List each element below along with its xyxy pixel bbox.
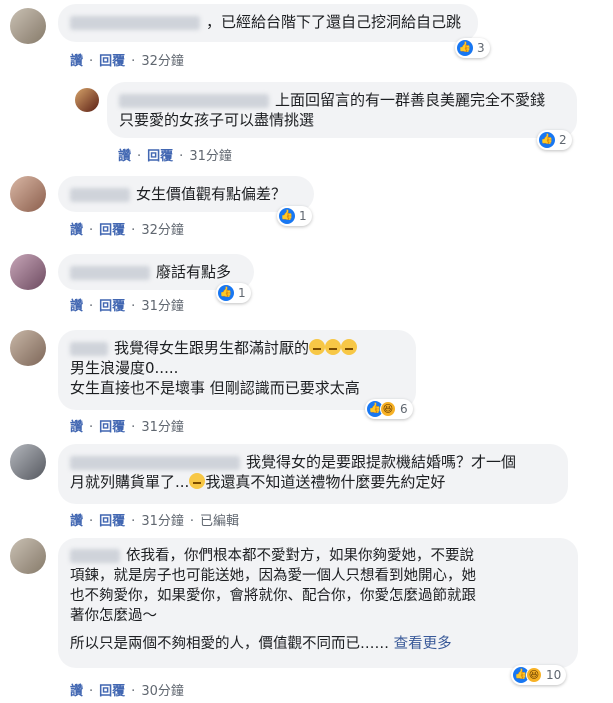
comment-bubble: ，已經給台階下了還自己挖洞給自己跳 bbox=[58, 4, 478, 42]
blurred-name bbox=[70, 15, 200, 30]
avatar[interactable] bbox=[10, 538, 46, 574]
comment-text: 廢話有點多 bbox=[156, 263, 232, 281]
avatar[interactable] bbox=[75, 88, 99, 112]
reaction-count[interactable]: 👍 3 bbox=[455, 38, 490, 58]
comment-actions: 讚 · 回覆 · 31分鐘 · 已編輯 bbox=[70, 514, 240, 529]
like-button[interactable]: 讚 bbox=[70, 514, 83, 529]
rolling-eyes-icon bbox=[189, 473, 206, 489]
like-icon: 👍 bbox=[279, 208, 295, 224]
comment-actions: 讚 · 回覆 · 30分鐘 bbox=[70, 684, 184, 699]
reply-button[interactable]: 回覆 bbox=[99, 223, 125, 238]
blurred-name bbox=[70, 265, 150, 280]
comment-bubble: 我覺得女的是要跟提款機結婚嗎？才一個 月就列購貨單了... 我還真不知道送禮物什麼… bbox=[58, 444, 568, 504]
reply-button[interactable]: 回覆 bbox=[99, 54, 125, 69]
comment-text: 所以只是兩個不夠相愛的人，價值觀不同而已…… bbox=[70, 636, 389, 652]
blurred-name bbox=[119, 93, 269, 108]
unamused-face-icon bbox=[325, 339, 342, 355]
like-button[interactable]: 讚 bbox=[118, 149, 131, 164]
blurred-name bbox=[70, 341, 108, 356]
comment-text: 月就列購貨單了... bbox=[70, 473, 190, 491]
reply-button[interactable]: 回覆 bbox=[99, 299, 125, 314]
timestamp[interactable]: 31分鐘 bbox=[141, 299, 184, 314]
comment-actions: 讚 · 回覆 · 32分鐘 bbox=[70, 223, 184, 238]
comment-actions: 讚 · 回覆 · 32分鐘 bbox=[70, 54, 184, 69]
comment-text: 我還真不知道送禮物什麼要先約定好 bbox=[205, 473, 446, 491]
avatar[interactable] bbox=[10, 8, 46, 44]
comment-text: 男生浪漫度0..... bbox=[70, 359, 179, 377]
blurred-name bbox=[70, 455, 240, 470]
avatar[interactable] bbox=[10, 176, 46, 212]
reply-button[interactable]: 回覆 bbox=[99, 684, 125, 699]
reaction-count[interactable]: 👍 1 bbox=[277, 206, 312, 226]
unamused-face-icon bbox=[341, 339, 358, 355]
comment-text: 依我看，你們根本都不愛對方，如果你夠愛她，不要說 bbox=[126, 548, 474, 564]
like-button[interactable]: 讚 bbox=[70, 684, 83, 699]
comment-text: 女生價值觀有點偏差？ bbox=[136, 185, 287, 203]
haha-icon: 😆 bbox=[380, 401, 396, 417]
blurred-name bbox=[70, 549, 120, 563]
reaction-count[interactable]: 👍 😆 10 bbox=[511, 665, 567, 685]
like-button[interactable]: 讚 bbox=[70, 223, 83, 238]
unamused-face-icon bbox=[309, 339, 326, 355]
comment-bubble: 女生價值觀有點偏差？ bbox=[58, 176, 314, 212]
reply-button[interactable]: 回覆 bbox=[99, 420, 125, 435]
comment-text: 女生直接也不是壞事 但剛認識而已要求太高 bbox=[70, 379, 360, 397]
timestamp[interactable]: 31分鐘 bbox=[141, 514, 184, 529]
comment-actions: 讚 · 回覆 · 31分鐘 bbox=[70, 420, 184, 435]
comment-bubble: 依我看，你們根本都不愛對方，如果你夠愛她，不要說 項鍊，就是房子也可能送她，因為… bbox=[58, 538, 578, 668]
reaction-count[interactable]: 👍 2 bbox=[537, 130, 572, 150]
avatar[interactable] bbox=[10, 330, 46, 366]
blurred-name bbox=[70, 187, 130, 202]
comment-actions: 讚 · 回覆 · 31分鐘 bbox=[70, 299, 184, 314]
timestamp[interactable]: 32分鐘 bbox=[141, 223, 184, 238]
comment-bubble: 上面回留言的有一群善良美麗完全不愛錢 只要愛的女孩子可以盡情挑選 bbox=[107, 82, 577, 138]
comment-text: 著你怎麼過～ bbox=[70, 608, 157, 624]
edited-label: 已編輯 bbox=[200, 514, 240, 529]
reply-button[interactable]: 回覆 bbox=[147, 149, 173, 164]
avatar[interactable] bbox=[10, 254, 46, 290]
reply-button[interactable]: 回覆 bbox=[99, 514, 125, 529]
comment-text: ，已經給台階下了還自己挖洞給自己跳 bbox=[206, 13, 462, 31]
like-button[interactable]: 讚 bbox=[70, 299, 83, 314]
reaction-count[interactable]: 👍 1 bbox=[216, 283, 251, 303]
like-button[interactable]: 讚 bbox=[70, 420, 83, 435]
timestamp[interactable]: 31分鐘 bbox=[189, 149, 232, 164]
like-icon: 👍 bbox=[539, 132, 555, 148]
comment-text: 我覺得女生跟男生都滿討厭的 bbox=[114, 339, 310, 357]
reaction-count[interactable]: 👍 😆 6 bbox=[365, 399, 413, 419]
comment-text: 項鍊，就是房子也可能送她，因為愛一個人只想看到她開心，她 bbox=[70, 568, 476, 584]
like-icon: 👍 bbox=[457, 40, 473, 56]
comment-text: 也不夠愛你，如果愛你，會將就你、配合你，你愛怎麼過節就跟 bbox=[70, 588, 476, 604]
timestamp[interactable]: 30分鐘 bbox=[141, 684, 184, 699]
haha-icon: 😆 bbox=[526, 667, 542, 683]
like-button[interactable]: 讚 bbox=[70, 54, 83, 69]
avatar[interactable] bbox=[10, 444, 46, 480]
comment-bubble: 我覺得女生跟男生都滿討厭的 男生浪漫度0..... 女生直接也不是壞事 但剛認識… bbox=[58, 330, 416, 410]
see-more-link[interactable]: 查看更多 bbox=[394, 636, 452, 652]
timestamp[interactable]: 32分鐘 bbox=[141, 54, 184, 69]
timestamp[interactable]: 31分鐘 bbox=[141, 420, 184, 435]
comment-text: 我覺得女的是要跟提款機結婚嗎？才一個 bbox=[246, 453, 517, 471]
like-icon: 👍 bbox=[218, 285, 234, 301]
comment-actions: 讚 · 回覆 · 31分鐘 bbox=[118, 149, 232, 164]
